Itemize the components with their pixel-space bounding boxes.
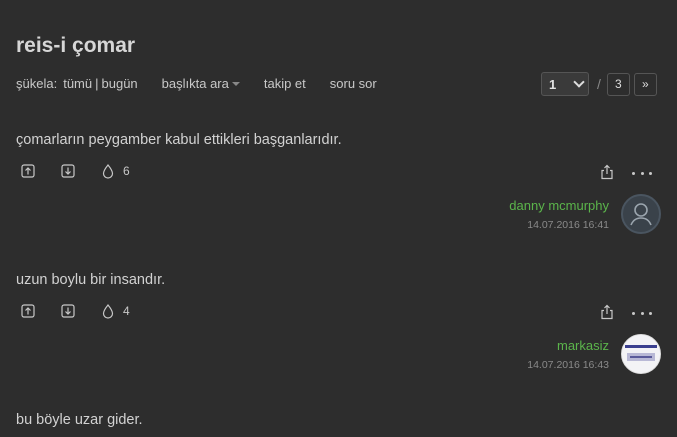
- next-page-button[interactable]: »: [633, 72, 657, 96]
- drop-icon[interactable]: [100, 163, 116, 179]
- more-icon[interactable]: [632, 305, 652, 321]
- upvote-icon[interactable]: [20, 163, 36, 179]
- page-select[interactable]: 1: [541, 72, 589, 96]
- search-in-topic-dropdown[interactable]: başlıkta ara: [162, 76, 240, 91]
- avatar-image: [622, 335, 660, 373]
- entry-content: uzun boylu bir insandır.: [16, 272, 166, 288]
- ask-question-button[interactable]: soru sor: [330, 76, 377, 91]
- sukela-separator: |: [95, 76, 99, 91]
- entry-content: çomarların peygamber kabul ettikleri baş…: [16, 132, 342, 148]
- drop-icon[interactable]: [100, 303, 116, 319]
- entry-content: bu böyle uzar gider.: [16, 412, 143, 428]
- topic-title[interactable]: reis-i çomar: [16, 34, 135, 58]
- pagination: 1 / 3 »: [541, 72, 657, 96]
- default-avatar-icon: [630, 203, 652, 226]
- entry-author-info: markasiz 14.07.2016 16:43: [527, 338, 609, 371]
- entry-actions: 6: [20, 163, 130, 179]
- topic-subnav: şükela: tümü | bugün başlıkta ara takip …: [16, 76, 377, 91]
- entry-date[interactable]: 14.07.2016 16:43: [527, 359, 609, 371]
- downvote-icon[interactable]: [60, 303, 76, 319]
- sukela-today-link[interactable]: bugün: [102, 76, 138, 91]
- page-select-value: 1: [549, 76, 557, 92]
- favorite-count[interactable]: 6: [123, 164, 130, 178]
- search-in-topic-label: başlıkta ara: [161, 76, 229, 91]
- more-icon[interactable]: [632, 165, 652, 181]
- author-link[interactable]: danny mcmurphy: [509, 198, 609, 213]
- follow-button[interactable]: takip et: [264, 76, 306, 91]
- last-page-button[interactable]: 3: [606, 72, 630, 96]
- entry-actions: 4: [20, 303, 130, 319]
- entry-date[interactable]: 14.07.2016 16:41: [509, 219, 609, 231]
- author-link[interactable]: markasiz: [527, 338, 609, 353]
- sukela-all-link[interactable]: tümü: [63, 76, 92, 91]
- author-avatar[interactable]: [621, 334, 661, 374]
- page-separator: /: [597, 76, 601, 92]
- chevron-down-icon: [573, 76, 585, 88]
- downvote-icon[interactable]: [60, 163, 76, 179]
- favorite-count[interactable]: 4: [123, 304, 130, 318]
- upvote-icon[interactable]: [20, 303, 36, 319]
- author-avatar[interactable]: [621, 194, 661, 234]
- share-icon[interactable]: [600, 304, 616, 320]
- sukela-label: şükela:: [16, 76, 58, 91]
- entry-author-info: danny mcmurphy 14.07.2016 16:41: [509, 198, 609, 231]
- share-icon[interactable]: [600, 164, 616, 180]
- caret-down-icon: [231, 82, 240, 86]
